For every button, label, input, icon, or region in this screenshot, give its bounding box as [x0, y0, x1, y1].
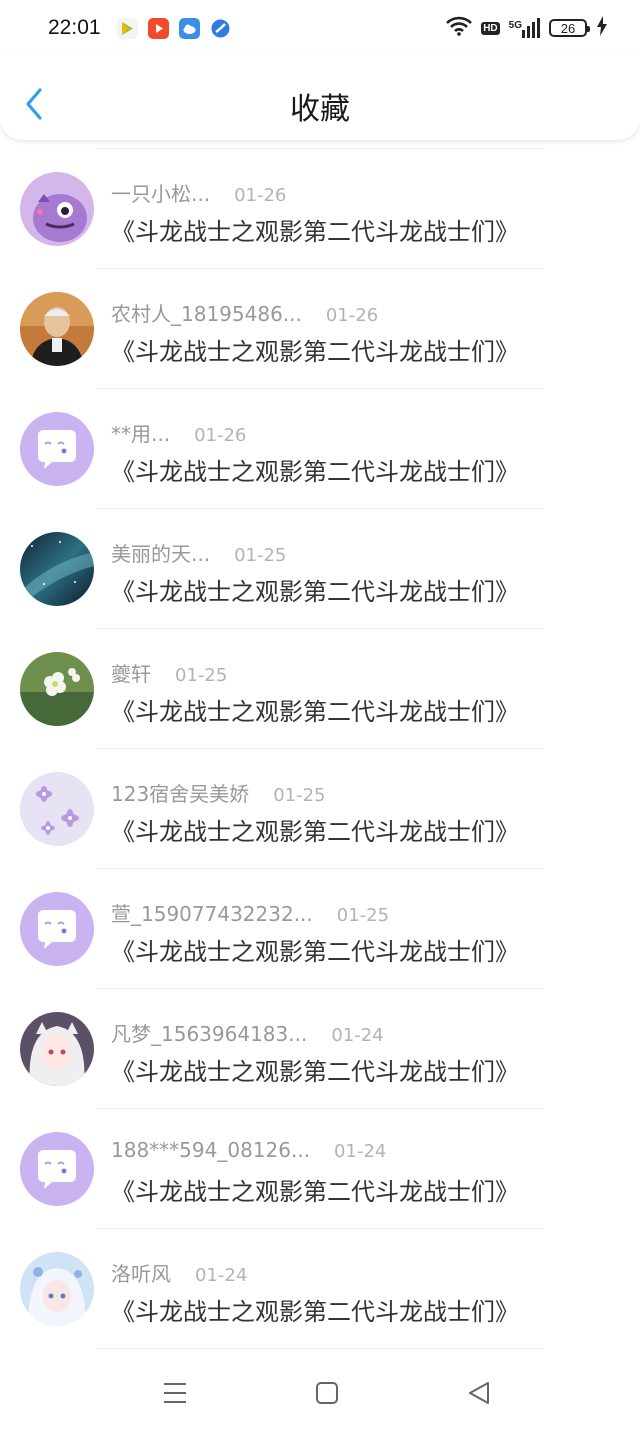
favorite-title[interactable]: 《斗龙战士之观影第二代斗龙战士们》 [111, 812, 519, 847]
favorite-title[interactable]: 《斗龙战士之观影第二代斗龙战士们》 [111, 692, 519, 727]
post-date: 01-25 [234, 545, 287, 566]
home-nav-button[interactable] [310, 1378, 344, 1408]
list-item[interactable]: 萱_159077432232... 01-25 《斗龙战士之观影第二代斗龙战士们》 [0, 868, 640, 988]
back-nav-button[interactable] [462, 1378, 496, 1408]
post-date: 01-26 [325, 305, 379, 326]
item-meta: 188***594_08126... 01-24 [111, 1138, 386, 1162]
favorites-list[interactable]: 《斗龙战士之观影第二代斗龙战士们》 一只小松... 01-26 《斗龙战士之观影第二代… [0, 62, 640, 1356]
favorite-title[interactable]: 《斗龙战士之观影第二代斗龙战士们》 [111, 332, 519, 367]
square-icon [316, 1382, 338, 1404]
user-name[interactable]: **用... [111, 418, 170, 447]
post-date: 01-25 [273, 785, 326, 806]
avatar[interactable] [20, 1252, 94, 1326]
user-name[interactable]: 洛听风 [111, 1258, 171, 1287]
favorite-title[interactable]: 《斗龙战士之观影第二代斗龙战士们》 [111, 932, 519, 967]
video-app-icon [148, 18, 169, 39]
divider [96, 1348, 544, 1349]
avatar[interactable] [20, 292, 94, 366]
user-name[interactable]: 夔轩 [111, 658, 151, 687]
list-item[interactable]: **用... 01-26 《斗龙战士之观影第二代斗龙战士们》 [0, 388, 640, 508]
favorite-title[interactable]: 《斗龙战士之观影第二代斗龙战士们》 [111, 1292, 519, 1327]
item-meta: 夔轩 01-25 [111, 658, 227, 687]
avatar[interactable] [20, 892, 94, 966]
list-item[interactable]: 农村人_18195486... 01-26 《斗龙战士之观影第二代斗龙战士们》 [0, 268, 640, 388]
system-nav-bar [0, 1356, 640, 1433]
hd-badge: HD [481, 21, 500, 35]
status-bar: 22:01 HD 5G 26 [0, 0, 640, 56]
favorite-title[interactable]: 《斗龙战士之观影第二代斗龙战士们》 [111, 452, 519, 487]
user-name[interactable]: 188***594_08126... [111, 1138, 310, 1162]
page-title: 收藏 [290, 92, 350, 127]
avatar[interactable] [20, 1012, 94, 1086]
post-date: 01-24 [331, 1025, 384, 1046]
user-name[interactable]: 美丽的天... [111, 538, 210, 567]
list-item[interactable]: 夔轩 01-25 《斗龙战士之观影第二代斗龙战士们》 [0, 628, 640, 748]
avatar[interactable] [20, 772, 94, 846]
item-meta: 凡梦_1563964183... 01-24 [111, 1018, 384, 1047]
post-date: 01-26 [234, 185, 287, 206]
item-meta: 萱_159077432232... 01-25 [111, 898, 389, 927]
charging-icon [596, 16, 608, 40]
post-date: 01-25 [175, 665, 228, 686]
post-date: 01-26 [194, 425, 247, 446]
item-meta: **用... 01-26 [111, 418, 246, 447]
battery-level: 26 [560, 20, 576, 36]
user-name[interactable]: 一只小松... [111, 178, 210, 207]
avatar[interactable] [20, 652, 94, 726]
favorite-title[interactable]: 《斗龙战士之观影第二代斗龙战士们》 [111, 1172, 519, 1207]
avatar[interactable] [20, 172, 94, 246]
menu-nav-button[interactable] [158, 1378, 192, 1408]
favorite-title[interactable]: 《斗龙战士之观影第二代斗龙战士们》 [111, 212, 519, 247]
status-indicators: HD 5G 26 [446, 16, 608, 40]
avatar[interactable] [20, 1132, 94, 1206]
user-name[interactable]: 萱_159077432232... [111, 898, 313, 927]
cloud-app-icon [179, 18, 200, 39]
list-item[interactable]: 凡梦_1563964183... 01-24 《斗龙战士之观影第二代斗龙战士们》 [0, 988, 640, 1108]
triangle-back-icon [469, 1382, 489, 1404]
post-date: 01-24 [195, 1265, 248, 1286]
status-time: 22:01 [48, 16, 101, 39]
wifi-icon [446, 16, 473, 40]
signal-icon: 5G [509, 18, 540, 38]
list-item[interactable]: 美丽的天... 01-25 《斗龙战士之观影第二代斗龙战士们》 [0, 508, 640, 628]
page-header: 收藏 [0, 56, 640, 140]
list-item[interactable]: 洛听风 01-24 《斗龙战士之观影第二代斗龙战士们》 [0, 1228, 640, 1348]
user-name[interactable]: 凡梦_1563964183... [111, 1018, 307, 1047]
list-item[interactable]: 一只小松... 01-26 《斗龙战士之观影第二代斗龙战士们》 [0, 148, 640, 268]
network-label: 5G [508, 20, 522, 31]
avatar[interactable] [20, 532, 94, 606]
battery-icon: 26 [549, 19, 590, 37]
browser-app-icon [210, 18, 231, 39]
game-app-icon [117, 18, 138, 39]
item-meta: 一只小松... 01-26 [111, 178, 286, 207]
menu-icon [164, 1383, 186, 1403]
item-meta: 美丽的天... 01-25 [111, 538, 286, 567]
user-name[interactable]: 123宿舍吴美娇 [111, 778, 249, 807]
avatar[interactable] [20, 412, 94, 486]
item-meta: 洛听风 01-24 [111, 1258, 247, 1287]
post-date: 01-25 [336, 905, 390, 926]
favorite-title[interactable]: 《斗龙战士之观影第二代斗龙战士们》 [111, 572, 519, 607]
user-name[interactable]: 农村人_18195486... [111, 298, 302, 327]
list-item[interactable]: 188***594_08126... 01-24 《斗龙战士之观影第二代斗龙战士们》 [0, 1108, 640, 1228]
item-meta: 农村人_18195486... 01-26 [111, 298, 378, 327]
item-meta: 123宿舍吴美娇 01-25 [111, 778, 326, 807]
post-date: 01-24 [334, 1141, 387, 1162]
favorite-title[interactable]: 《斗龙战士之观影第二代斗龙战士们》 [111, 1052, 519, 1087]
list-item[interactable]: 123宿舍吴美娇 01-25 《斗龙战士之观影第二代斗龙战士们》 [0, 748, 640, 868]
